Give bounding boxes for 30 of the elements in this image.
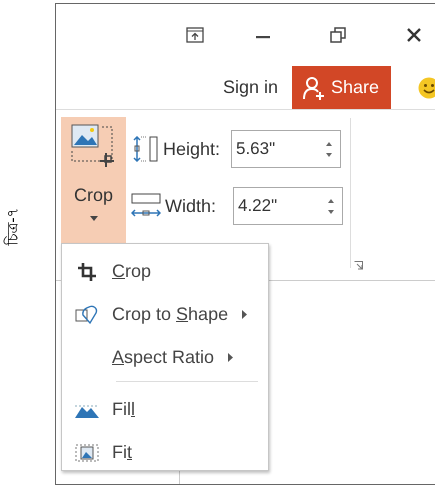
figure-caption: চিত্র-৭ bbox=[2, 207, 23, 246]
minimize-icon[interactable] bbox=[256, 35, 270, 39]
spin-up-icon[interactable] bbox=[328, 198, 334, 202]
crop-icon bbox=[78, 262, 96, 280]
height-icon bbox=[131, 136, 159, 162]
ribbon-display-icon[interactable] bbox=[186, 27, 204, 43]
spin-field[interactable]: 4.22" bbox=[233, 187, 343, 225]
picture-fit-icon bbox=[75, 444, 99, 462]
menu-item[interactable]: Crop to Shape bbox=[62, 293, 268, 336]
spin-up-icon[interactable] bbox=[326, 142, 332, 146]
menu-item[interactable]: Fit bbox=[62, 431, 268, 474]
crop-button[interactable]: Crop bbox=[61, 117, 126, 245]
restore-icon[interactable] bbox=[330, 27, 346, 43]
spin-down-icon[interactable] bbox=[328, 210, 334, 214]
menu-item[interactable]: Aspect Ratio bbox=[62, 336, 268, 379]
height-label: Height: bbox=[163, 138, 222, 160]
menu-item[interactable]: Fill bbox=[62, 388, 268, 431]
spin-field[interactable]: 5.63" bbox=[231, 130, 341, 168]
share-button[interactable]: Share bbox=[292, 66, 391, 109]
add-person-icon bbox=[302, 76, 326, 100]
caret-icon bbox=[90, 216, 98, 221]
sign-in-link[interactable]: Sign in bbox=[222, 77, 278, 98]
smiley-icon[interactable] bbox=[418, 76, 435, 98]
width-label: Width: bbox=[165, 196, 218, 216]
menu-item[interactable]: Crop bbox=[62, 250, 268, 293]
spin-down-icon[interactable] bbox=[326, 152, 332, 156]
close-icon[interactable] bbox=[406, 27, 422, 43]
dialog-launcher-icon[interactable] bbox=[354, 261, 363, 270]
shape-icon bbox=[75, 304, 99, 324]
width-icon bbox=[131, 193, 161, 219]
